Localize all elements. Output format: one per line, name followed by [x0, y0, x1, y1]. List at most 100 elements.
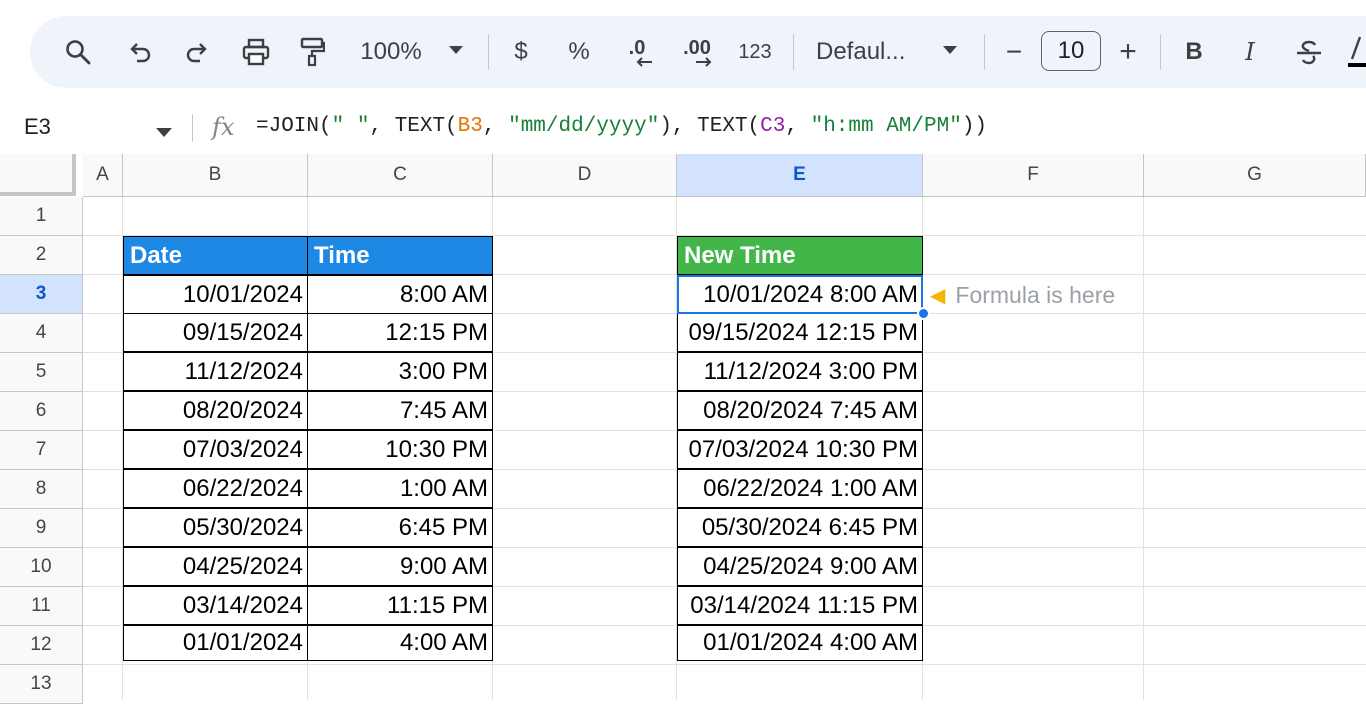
column-header-c[interactable]: C [308, 154, 493, 197]
cell-c2-time-header[interactable]: Time [307, 236, 493, 275]
decrease-decimal-button[interactable]: .0 [618, 32, 656, 72]
column-header-e[interactable]: E [677, 154, 923, 197]
arrow-left-icon [636, 57, 652, 67]
cell-date[interactable]: 04/25/2024 [123, 547, 308, 586]
column-header-b[interactable]: B [123, 154, 308, 197]
cell-new-time[interactable]: 11/12/2024 3:00 PM [677, 352, 923, 391]
formula-text: , [482, 115, 509, 138]
cell-time[interactable]: 12:15 PM [307, 313, 493, 352]
percent-format-button[interactable]: % [564, 34, 594, 70]
toolbar-divider [488, 34, 489, 70]
decrease-font-size-button[interactable]: − [1000, 34, 1028, 70]
formula-string: "mm/dd/yyyy" [508, 115, 660, 138]
text-color-icon[interactable] [1348, 34, 1366, 70]
formula-bar-divider [192, 114, 193, 142]
cell-date[interactable]: 10/01/2024 [123, 275, 308, 314]
cell-date[interactable]: 11/12/2024 [123, 352, 308, 391]
cell-new-time[interactable]: 03/14/2024 11:15 PM [677, 586, 923, 625]
row-header[interactable]: 8 [0, 470, 83, 509]
column-header-d[interactable]: D [493, 154, 677, 197]
row-header[interactable]: 9 [0, 509, 83, 548]
row-header[interactable]: 4 [0, 314, 83, 353]
formula-string: " " [331, 115, 370, 138]
name-box-dropdown-icon[interactable] [156, 124, 172, 142]
annotation-note: ◀ Formula is here [930, 282, 1115, 309]
cell-e2-new-time-header[interactable]: New Time [677, 236, 923, 275]
row-header[interactable]: 12 [0, 626, 83, 665]
column-header-f[interactable]: F [923, 154, 1144, 197]
print-icon[interactable] [238, 34, 274, 70]
cell-time[interactable]: 3:00 PM [307, 352, 493, 391]
increase-decimal-button[interactable]: .00 [676, 32, 718, 72]
name-box[interactable]: E3 [24, 114, 51, 140]
redo-icon[interactable] [181, 34, 213, 70]
formula-string: "h:mm AM/PM" [810, 115, 962, 138]
cell-date[interactable]: 06/22/2024 [123, 469, 308, 508]
cell-time[interactable]: 4:00 AM [307, 625, 493, 661]
annotation-text: Formula is here [955, 282, 1116, 308]
zoom-dropdown-icon[interactable] [446, 40, 466, 60]
cell-new-time[interactable]: 10/01/2024 8:00 AM [677, 275, 923, 314]
search-icon[interactable] [62, 34, 94, 70]
formula-ref-b3: B3 [457, 115, 483, 138]
formula-text: , TEXT( [369, 115, 458, 138]
row-header[interactable]: 5 [0, 353, 83, 392]
currency-format-button[interactable]: $ [506, 34, 536, 70]
bold-button[interactable]: B [1180, 34, 1208, 70]
cell-date[interactable]: 09/15/2024 [123, 313, 308, 352]
select-all-corner[interactable] [0, 154, 76, 196]
cell-time[interactable]: 6:45 PM [307, 508, 493, 547]
cell-date[interactable]: 03/14/2024 [123, 586, 308, 625]
font-select[interactable]: Defaul... [816, 34, 920, 70]
cell-time[interactable]: 11:15 PM [307, 586, 493, 625]
cell-time[interactable]: 9:00 AM [307, 547, 493, 586]
cell-new-time[interactable]: 07/03/2024 10:30 PM [677, 430, 923, 469]
formula-ref-c3: C3 [760, 115, 786, 138]
cell-new-time[interactable]: 01/01/2024 4:00 AM [677, 625, 923, 661]
cell-b2-date-header[interactable]: Date [123, 236, 308, 275]
undo-icon[interactable] [124, 34, 156, 70]
row-header[interactable]: 6 [0, 392, 83, 431]
paint-format-icon[interactable] [296, 34, 328, 70]
italic-button[interactable]: I [1236, 34, 1264, 70]
cell-new-time[interactable]: 06/22/2024 1:00 AM [677, 469, 923, 508]
row-header[interactable]: 7 [0, 431, 83, 470]
zoom-select[interactable]: 100% [354, 36, 428, 68]
pointing-hand-icon: ◀ [930, 285, 946, 307]
row-header[interactable]: 11 [0, 587, 83, 626]
formula-text: )) [961, 115, 988, 138]
row-header[interactable]: 10 [0, 548, 83, 587]
row-header[interactable]: 1 [0, 197, 83, 236]
formula-input[interactable]: =JOIN(" ", TEXT(B3, "mm/dd/yyyy"), TEXT(… [256, 115, 987, 138]
cell-date[interactable]: 08/20/2024 [123, 391, 308, 430]
formula-text: =JOIN( [256, 115, 332, 138]
arrow-right-icon [696, 57, 712, 67]
cell-time[interactable]: 1:00 AM [307, 469, 493, 508]
row-header[interactable]: 2 [0, 236, 83, 275]
cell-date[interactable]: 07/03/2024 [123, 430, 308, 469]
column-header-a[interactable]: A [83, 154, 123, 197]
row-header[interactable]: 13 [0, 665, 83, 704]
font-dropdown-icon[interactable] [940, 40, 960, 60]
cell-date[interactable]: 05/30/2024 [123, 508, 308, 547]
increase-font-size-button[interactable]: + [1114, 34, 1142, 70]
row-header[interactable]: 3 [0, 275, 83, 314]
font-size-input[interactable]: 10 [1041, 31, 1101, 71]
cell-time[interactable]: 10:30 PM [307, 430, 493, 469]
fill-handle[interactable] [917, 307, 930, 320]
toolbar-divider [793, 34, 794, 70]
grid-line [83, 664, 1366, 665]
formula-text: , [785, 115, 811, 138]
cell-time[interactable]: 7:45 AM [307, 391, 493, 430]
cell-time[interactable]: 8:00 AM [307, 275, 493, 314]
fx-icon: fx [212, 113, 235, 141]
cell-new-time[interactable]: 05/30/2024 6:45 PM [677, 508, 923, 547]
cell-new-time[interactable]: 08/20/2024 7:45 AM [677, 391, 923, 430]
cell-new-time[interactable]: 04/25/2024 9:00 AM [677, 547, 923, 586]
cell-date[interactable]: 01/01/2024 [123, 625, 308, 661]
more-formats-button[interactable]: 123 [734, 34, 776, 70]
cell-new-time[interactable]: 09/15/2024 12:15 PM [677, 313, 923, 352]
column-header-g[interactable]: G [1144, 154, 1366, 197]
strikethrough-icon[interactable] [1292, 34, 1326, 70]
toolbar-divider [984, 34, 985, 70]
